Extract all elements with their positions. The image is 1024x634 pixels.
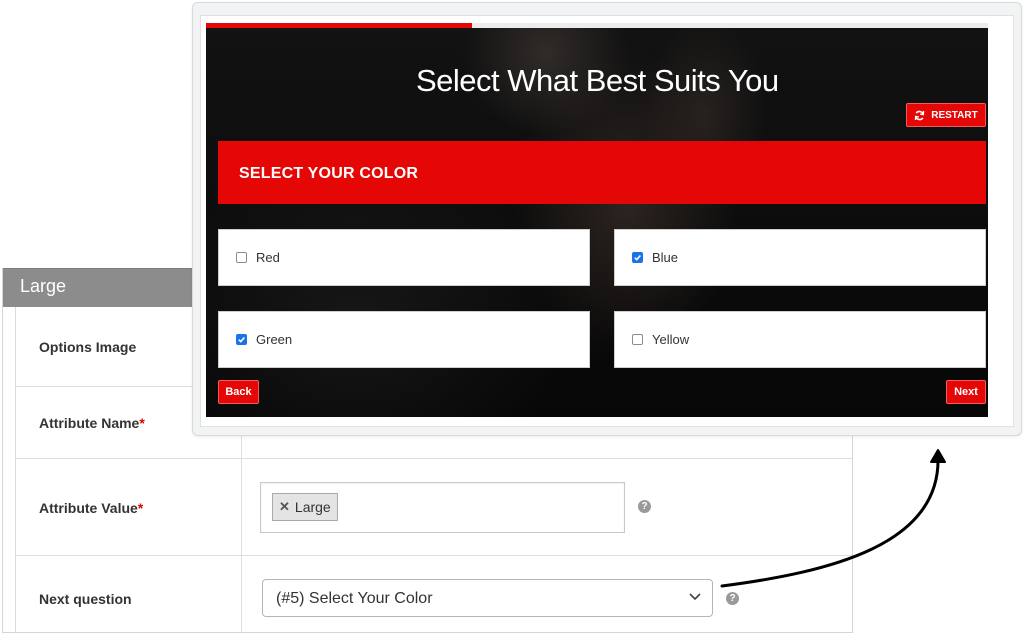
checkbox-checked[interactable] (632, 252, 643, 263)
progress-bar (206, 23, 988, 28)
option-label: Blue (652, 250, 679, 265)
checkbox[interactable] (236, 252, 247, 263)
quiz-preview-frame: Select What Best Suits You RESTART SELEC… (192, 2, 1022, 436)
next-label: Next (954, 386, 978, 398)
progress-fill (206, 23, 472, 28)
options-image-label: Options Image (39, 339, 137, 355)
option-red[interactable]: Red (218, 229, 590, 286)
tag-label: Large (294, 499, 331, 515)
option-blue[interactable]: Blue (614, 229, 986, 286)
help-icon[interactable]: ? (638, 500, 651, 513)
option-green[interactable]: Green (218, 311, 590, 368)
attribute-value-tag-input[interactable]: ✕ Large (260, 482, 625, 533)
refresh-icon (915, 110, 925, 120)
quiz-preview-inner: Select What Best Suits You RESTART SELEC… (200, 15, 1014, 427)
remove-tag-icon[interactable]: ✕ (279, 499, 290, 515)
required-asterisk: * (139, 415, 145, 431)
option-yellow[interactable]: Yellow (614, 311, 986, 368)
required-asterisk: * (137, 500, 144, 516)
attribute-name-label: Attribute Name* (39, 415, 145, 431)
arrow-head-icon (930, 449, 946, 463)
checkbox-checked[interactable] (236, 334, 247, 345)
restart-label: RESTART (931, 109, 978, 121)
back-button[interactable]: Back (218, 380, 259, 404)
back-label: Back (225, 386, 252, 398)
option-label: Yellow (652, 332, 690, 347)
checkmark-icon (634, 254, 641, 261)
attribute-value-label: Attribute Value* (39, 500, 144, 516)
quiz-title: Select What Best Suits You (416, 63, 779, 98)
checkbox[interactable] (632, 334, 643, 345)
next-question-select[interactable]: (#5) Select Your Color (262, 579, 713, 617)
option-label: Red (256, 250, 280, 265)
quiz-container: Select What Best Suits You RESTART SELEC… (206, 23, 988, 417)
next-question-label: Next question (39, 591, 132, 607)
option-header-title: Large (20, 276, 67, 296)
chevron-down-icon (689, 593, 701, 601)
question-heading: SELECT YOUR COLOR (218, 141, 986, 204)
restart-button[interactable]: RESTART (906, 103, 986, 127)
attribute-value-tag: ✕ Large (272, 493, 338, 521)
next-question-selected-value: (#5) Select Your Color (276, 590, 433, 607)
checkmark-icon (238, 336, 245, 343)
next-button[interactable]: Next (946, 380, 986, 404)
question-heading-text: SELECT YOUR COLOR (239, 165, 419, 182)
option-label: Green (256, 332, 293, 347)
help-icon[interactable]: ? (726, 592, 739, 605)
